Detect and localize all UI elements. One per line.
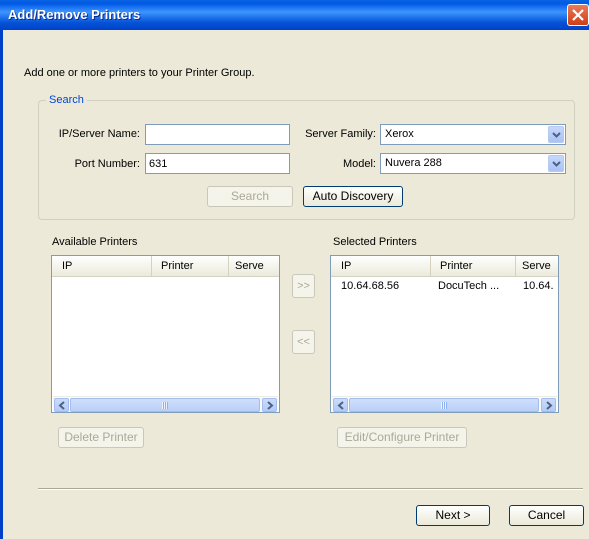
footer-separator (38, 488, 583, 490)
selected-printers-label: Selected Printers (333, 236, 417, 248)
server-family-select[interactable]: Xerox (380, 124, 566, 145)
port-number-label: Port Number: (74, 158, 140, 170)
selected-horizontal-scrollbar[interactable] (332, 396, 557, 412)
selected-printers-header: IP Printer Serve (331, 256, 558, 277)
ip-server-name-input[interactable] (145, 124, 290, 145)
scroll-thumb[interactable] (349, 398, 539, 412)
port-number-input[interactable] (145, 153, 290, 174)
cancel-button[interactable]: Cancel (509, 505, 584, 526)
selected-printers-list[interactable]: IP Printer Serve 10.64.68.56 DocuTech ..… (330, 255, 559, 413)
remove-from-selected-button[interactable]: << (292, 330, 315, 354)
auto-discovery-button[interactable]: Auto Discovery (303, 186, 403, 207)
close-icon (572, 9, 584, 21)
delete-printer-button[interactable]: Delete Printer (58, 427, 144, 448)
available-printers-list[interactable]: IP Printer Serve (51, 255, 280, 413)
model-label: Model: (342, 158, 376, 170)
chevron-right-icon (546, 401, 553, 410)
server-family-dropdown-button[interactable] (548, 126, 564, 143)
close-button[interactable] (567, 4, 589, 26)
column-header-server[interactable]: Serve (516, 256, 558, 276)
add-remove-printers-dialog: Add/Remove Printers Add one or more prin… (0, 0, 589, 539)
title-bar[interactable]: Add/Remove Printers (0, 0, 589, 30)
chevron-down-icon (552, 161, 561, 167)
scroll-thumb[interactable] (70, 398, 260, 412)
table-row[interactable]: 10.64.68.56 DocuTech ... 10.64. (331, 277, 558, 294)
column-header-ip[interactable]: IP (52, 256, 152, 276)
next-button[interactable]: Next > (416, 505, 490, 526)
column-header-ip[interactable]: IP (331, 256, 431, 276)
search-group-legend: Search (46, 94, 87, 106)
model-select[interactable]: Nuvera 288 (380, 153, 566, 174)
search-button[interactable]: Search (207, 186, 293, 207)
window-title: Add/Remove Printers (8, 7, 141, 22)
scroll-left-button[interactable] (54, 398, 69, 412)
server-family-label: Server Family: (305, 128, 376, 140)
model-value: Nuvera 288 (385, 157, 442, 169)
instruction-text: Add one or more printers to your Printer… (24, 67, 255, 79)
scroll-left-button[interactable] (333, 398, 348, 412)
cell-printer: DocuTech ... (438, 280, 500, 292)
scroll-right-button[interactable] (541, 398, 556, 412)
chevron-left-icon (58, 401, 65, 410)
available-printers-label: Available Printers (52, 236, 138, 248)
scroll-right-button[interactable] (262, 398, 277, 412)
cell-server: 10.64. (523, 280, 554, 292)
column-header-printer[interactable]: Printer (431, 256, 516, 276)
chevron-left-icon (337, 401, 344, 410)
window-border (0, 30, 3, 539)
server-family-value: Xerox (385, 128, 414, 140)
cell-ip: 10.64.68.56 (341, 280, 400, 292)
ip-server-name-label: IP/Server Name: (58, 128, 140, 140)
available-printers-header: IP Printer Serve (52, 256, 279, 277)
column-header-printer[interactable]: Printer (152, 256, 229, 276)
chevron-down-icon (552, 132, 561, 138)
add-to-selected-button[interactable]: >> (292, 274, 315, 298)
chevron-right-icon (267, 401, 274, 410)
available-horizontal-scrollbar[interactable] (53, 396, 278, 412)
model-dropdown-button[interactable] (548, 155, 564, 172)
column-header-server[interactable]: Serve (229, 256, 279, 276)
edit-configure-printer-button[interactable]: Edit/Configure Printer (337, 427, 467, 448)
